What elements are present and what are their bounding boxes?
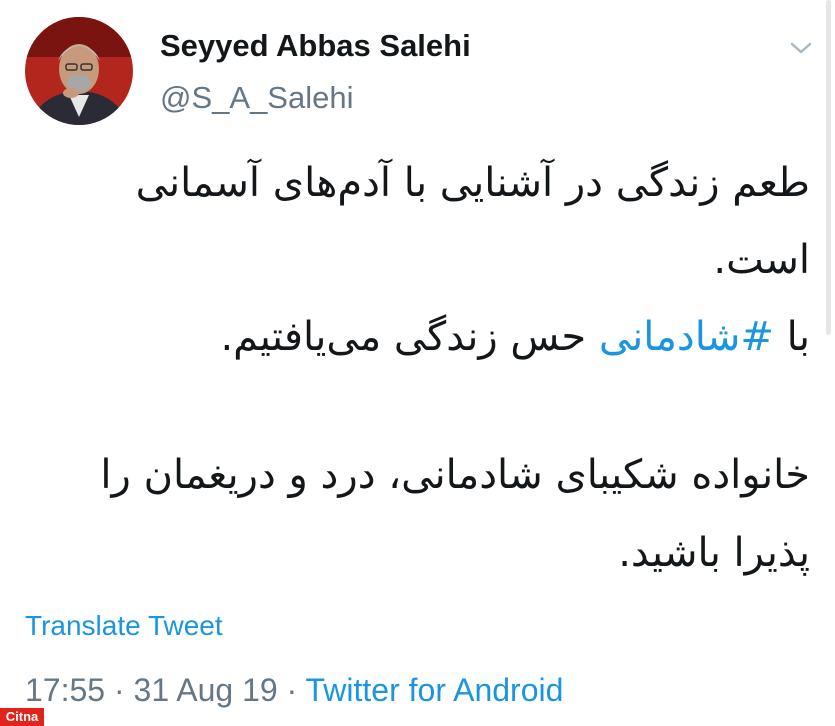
tweet-source-link[interactable]: Twitter for Android — [306, 672, 564, 708]
scrollbar[interactable] — [826, 0, 831, 335]
tweet-date[interactable]: 31 Aug 19 — [134, 672, 278, 708]
author-handle[interactable]: @S_A_Salehi — [160, 80, 353, 116]
watermark-logo: Citna — [0, 708, 44, 726]
author-name[interactable]: Seyyed Abbas Salehi — [160, 28, 471, 64]
tweet-text-segment: حس زندگی می‌یافتیم. — [220, 314, 599, 360]
tweet-text-line: خانواده شکیبای شادمانی، درد و دریغمان را — [100, 452, 810, 498]
tweet-text-segment: با — [773, 314, 810, 360]
meta-separator: · — [105, 672, 134, 708]
translate-tweet-link[interactable]: Translate Tweet — [25, 610, 223, 642]
tweet-text-line: پذیرا باشید. — [618, 530, 810, 576]
meta-separator: · — [277, 672, 306, 708]
hashtag-link[interactable]: #شادمانی — [599, 314, 774, 360]
avatar-image — [25, 17, 133, 125]
tweet-time[interactable]: 17:55 — [25, 672, 105, 708]
tweet-text-line: طعم زندگی در آشنایی با آدم‌های آسمانی — [135, 160, 810, 206]
avatar[interactable] — [25, 17, 133, 125]
tweet-text-line: با #شادمانی حس زندگی می‌یافتیم. — [20, 314, 810, 360]
tweet-text-line: است. — [713, 237, 810, 283]
tweet-meta: 17:55 · 31 Aug 19 · Twitter for Android — [25, 672, 563, 709]
chevron-down-icon[interactable] — [787, 38, 815, 58]
